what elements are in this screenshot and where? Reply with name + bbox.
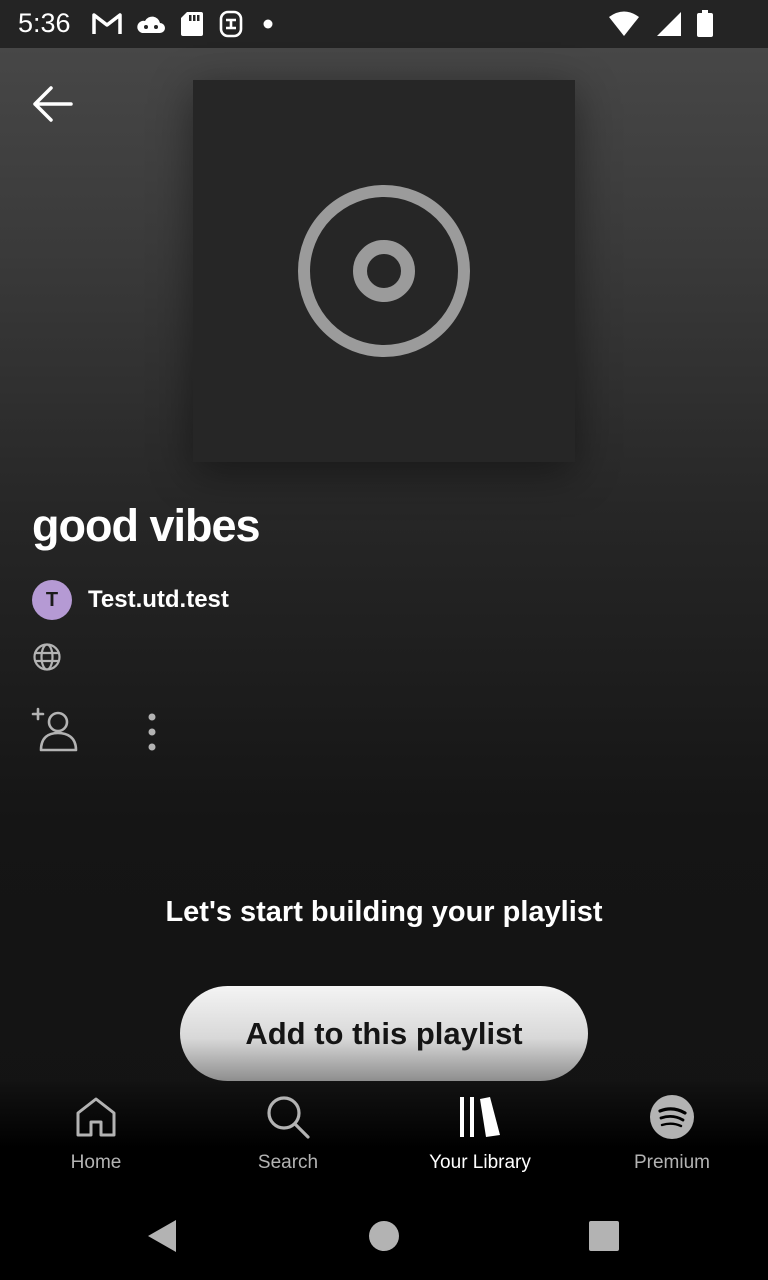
- invite-collaborator-button[interactable]: [30, 706, 82, 754]
- nav-label-premium: Premium: [633, 1152, 710, 1173]
- avatar[interactable]: T: [32, 580, 72, 620]
- system-back-button[interactable]: [134, 1208, 190, 1264]
- system-status-icons: [608, 10, 714, 38]
- spotify-icon: [650, 1095, 694, 1139]
- nav-label-home: Home: [70, 1152, 122, 1173]
- system-home-button[interactable]: [356, 1208, 412, 1264]
- library-icon: [460, 1097, 500, 1137]
- globe-icon: [33, 643, 61, 671]
- wifi-icon: [609, 11, 639, 36]
- more-vertical-icon: [148, 713, 156, 751]
- empty-state-heading: Let's start building your playlist: [165, 896, 603, 928]
- back-button[interactable]: [28, 82, 76, 126]
- add-to-playlist-button[interactable]: Add to this playlist: [180, 986, 588, 1081]
- square-recents-icon: [589, 1221, 619, 1251]
- owner-row[interactable]: T Test.utd.test: [32, 580, 229, 620]
- bottom-nav: Home Search Your Library Premium: [0, 1082, 768, 1192]
- status-time: 5:36: [18, 8, 71, 38]
- battery-icon: [697, 10, 713, 37]
- nav-label-search: Search: [257, 1152, 319, 1173]
- nav-item-premium[interactable]: Premium: [576, 1092, 768, 1184]
- nav-item-library[interactable]: Your Library: [384, 1092, 576, 1184]
- notification-icons: [92, 10, 278, 38]
- app-icon: [219, 10, 243, 38]
- circle-home-icon: [369, 1221, 399, 1251]
- home-icon: [76, 1097, 116, 1137]
- sd-card-icon: [181, 12, 203, 36]
- more-options-button[interactable]: [136, 708, 168, 756]
- nav-item-home[interactable]: Home: [0, 1092, 192, 1184]
- disc-placeholder-icon: [298, 185, 470, 357]
- system-nav-bar: [0, 1192, 768, 1280]
- gmail-icon: [92, 13, 122, 34]
- cloud-icon: [137, 16, 165, 33]
- status-bar: 5:36: [0, 0, 768, 48]
- nav-label-library: Your Library: [429, 1152, 531, 1173]
- signal-icon: [657, 12, 681, 36]
- playlist-cover: [193, 80, 575, 462]
- arrow-left-icon: [33, 86, 73, 122]
- dot-icon: [263, 19, 273, 29]
- triangle-back-icon: [148, 1220, 176, 1252]
- search-icon: [267, 1096, 310, 1139]
- nav-item-search[interactable]: Search: [192, 1092, 384, 1184]
- system-recents-button[interactable]: [576, 1208, 632, 1264]
- playlist-title: good vibes: [32, 500, 261, 551]
- add-user-icon: [31, 707, 78, 752]
- owner-name[interactable]: Test.utd.test: [88, 586, 229, 614]
